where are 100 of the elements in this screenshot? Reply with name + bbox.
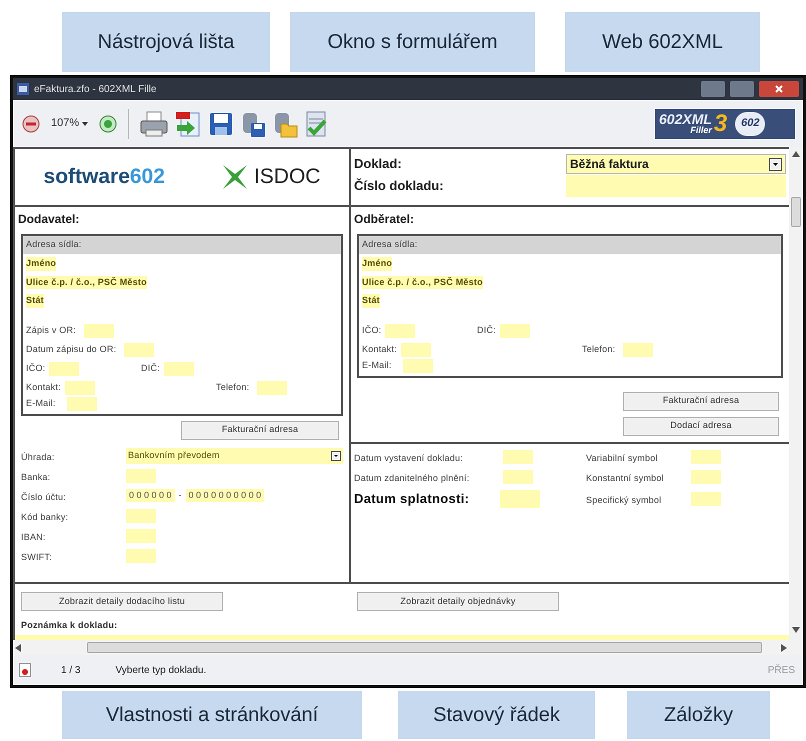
zoom-out-icon[interactable] xyxy=(21,114,41,134)
close-button[interactable] xyxy=(759,81,799,97)
status-message: Vyberte typ dokladu. xyxy=(115,664,206,678)
account-number-field[interactable]: 0 0 0 0 0 0 0 0 0 0 xyxy=(186,488,264,502)
field-label: Datum zápisu do OR: xyxy=(26,342,116,356)
address-field[interactable]: Ulice č.p. / č.o., PSČ Město xyxy=(362,276,483,289)
field-label: Telefon: xyxy=(582,342,616,356)
scroll-left-icon[interactable] xyxy=(15,644,21,652)
field-label: IČO: xyxy=(362,324,382,337)
input-field[interactable] xyxy=(691,470,721,484)
input-field[interactable] xyxy=(66,396,97,410)
minimize-button[interactable] xyxy=(701,81,725,97)
input-field[interactable] xyxy=(500,324,530,338)
maximize-button[interactable] xyxy=(730,81,754,97)
field-label: Adresa sídla: xyxy=(26,238,82,252)
section-title: Odběratel: xyxy=(353,211,416,228)
field-label: IBAN: xyxy=(21,532,46,542)
field-label: DIČ: xyxy=(477,324,496,337)
field-label: SWIFT: xyxy=(21,552,52,562)
input-field[interactable] xyxy=(126,508,156,522)
field-label: Datum vystavení dokladu: xyxy=(354,452,463,462)
section-title: Dodavatel: xyxy=(17,211,80,228)
country-field[interactable]: Stát xyxy=(26,294,44,308)
input-field[interactable] xyxy=(257,380,288,394)
input-field[interactable] xyxy=(402,358,433,372)
document-number-field[interactable] xyxy=(566,175,786,197)
input-field[interactable] xyxy=(691,450,721,464)
field-label: Doklad: xyxy=(354,155,403,174)
input-field[interactable] xyxy=(500,490,540,508)
vendor-logo: software602 xyxy=(44,164,165,190)
form-button[interactable]: Zobrazit detaily dodacího listu xyxy=(21,592,223,612)
payment-dropdown[interactable]: Bankovním převodem xyxy=(126,448,343,464)
input-field[interactable] xyxy=(124,342,154,356)
input-field[interactable] xyxy=(385,324,416,338)
input-field[interactable] xyxy=(503,470,533,484)
field-label: E-Mail: xyxy=(26,396,56,410)
field-label: Banka: xyxy=(21,472,50,482)
field-label: E-Mail: xyxy=(362,358,392,372)
field-label: DIČ: xyxy=(141,362,160,375)
name-field[interactable]: Jméno xyxy=(26,257,56,270)
app-icon xyxy=(17,83,29,95)
field-label: Telefon: xyxy=(216,380,250,394)
page-indicator: 1 / 3 xyxy=(61,664,80,678)
field-label: Datum splatnosti: xyxy=(354,490,470,508)
input-field[interactable] xyxy=(400,342,431,356)
vertical-scrollbar[interactable] xyxy=(789,147,803,655)
scroll-down-icon[interactable] xyxy=(792,627,800,633)
logo-text: 602XML xyxy=(659,112,712,126)
scroll-thumb[interactable] xyxy=(791,197,801,227)
note-field[interactable] xyxy=(15,634,789,640)
form-button[interactable]: Fakturační adresa xyxy=(623,392,779,410)
zoom-in-icon[interactable] xyxy=(98,114,118,134)
caret-icon xyxy=(82,122,88,126)
field-label: Úhrada: xyxy=(21,452,55,462)
account-prefix-field[interactable]: 0 0 0 0 0 0 xyxy=(126,488,175,502)
callout-label: Stavový řádek xyxy=(398,691,595,739)
input-field[interactable] xyxy=(126,528,156,542)
field-label: Číslo dokladu: xyxy=(354,177,445,196)
field-label: IČO: xyxy=(26,362,46,375)
country-field[interactable]: Stát xyxy=(362,294,380,308)
insert-mode-indicator: PŘES xyxy=(768,663,795,678)
account-separator: - xyxy=(178,488,182,502)
input-field[interactable] xyxy=(164,362,194,376)
field-label: Kontakt: xyxy=(362,342,397,356)
address-field[interactable]: Ulice č.p. / č.o., PSČ Město xyxy=(26,276,147,289)
scroll-thumb[interactable] xyxy=(87,642,762,653)
input-field[interactable] xyxy=(623,342,654,356)
form-button[interactable]: Dodací adresa xyxy=(623,416,779,436)
printer-icon[interactable] xyxy=(139,110,170,138)
logo-badge: 602 xyxy=(735,112,766,136)
input-field[interactable] xyxy=(691,492,721,506)
input-field[interactable] xyxy=(84,324,114,338)
input-field[interactable] xyxy=(126,468,156,482)
field-label: Kód banky: xyxy=(21,512,68,522)
field-label: Číslo účtu: xyxy=(21,492,66,502)
callout-label: Web 602XML xyxy=(565,12,760,72)
field-label: Kontakt: xyxy=(26,380,61,394)
field-label: Specifický symbol xyxy=(586,494,662,504)
form-button[interactable]: Fakturační adresa xyxy=(181,420,339,440)
input-field[interactable] xyxy=(49,362,80,376)
input-field[interactable] xyxy=(64,380,95,394)
scroll-right-icon[interactable] xyxy=(781,644,787,652)
document-icon[interactable] xyxy=(19,663,31,677)
logo-text: 3 xyxy=(714,112,728,136)
scroll-up-icon[interactable] xyxy=(792,151,800,157)
input-field[interactable] xyxy=(126,548,156,562)
callout-label: Vlastnosti a stránkování xyxy=(62,691,362,739)
field-label: Zápis v OR: xyxy=(26,324,76,337)
name-field[interactable]: Jméno xyxy=(362,257,392,270)
horizontal-scrollbar[interactable] xyxy=(13,640,789,655)
input-field[interactable] xyxy=(503,450,533,464)
zoom-dropdown[interactable]: 107% xyxy=(45,115,94,132)
form-button[interactable]: Zobrazit detaily objednávky xyxy=(357,592,559,612)
logo-text: Filler xyxy=(690,126,712,135)
field-label: Konstantní symbol xyxy=(586,472,664,482)
isdoc-logo-text: ISDOC xyxy=(254,164,320,190)
document-type-dropdown[interactable]: Běžná faktura xyxy=(566,154,786,174)
isdoc-logo-icon xyxy=(222,164,248,190)
close-icon xyxy=(775,85,783,93)
callout-label: Záložky xyxy=(627,691,770,739)
